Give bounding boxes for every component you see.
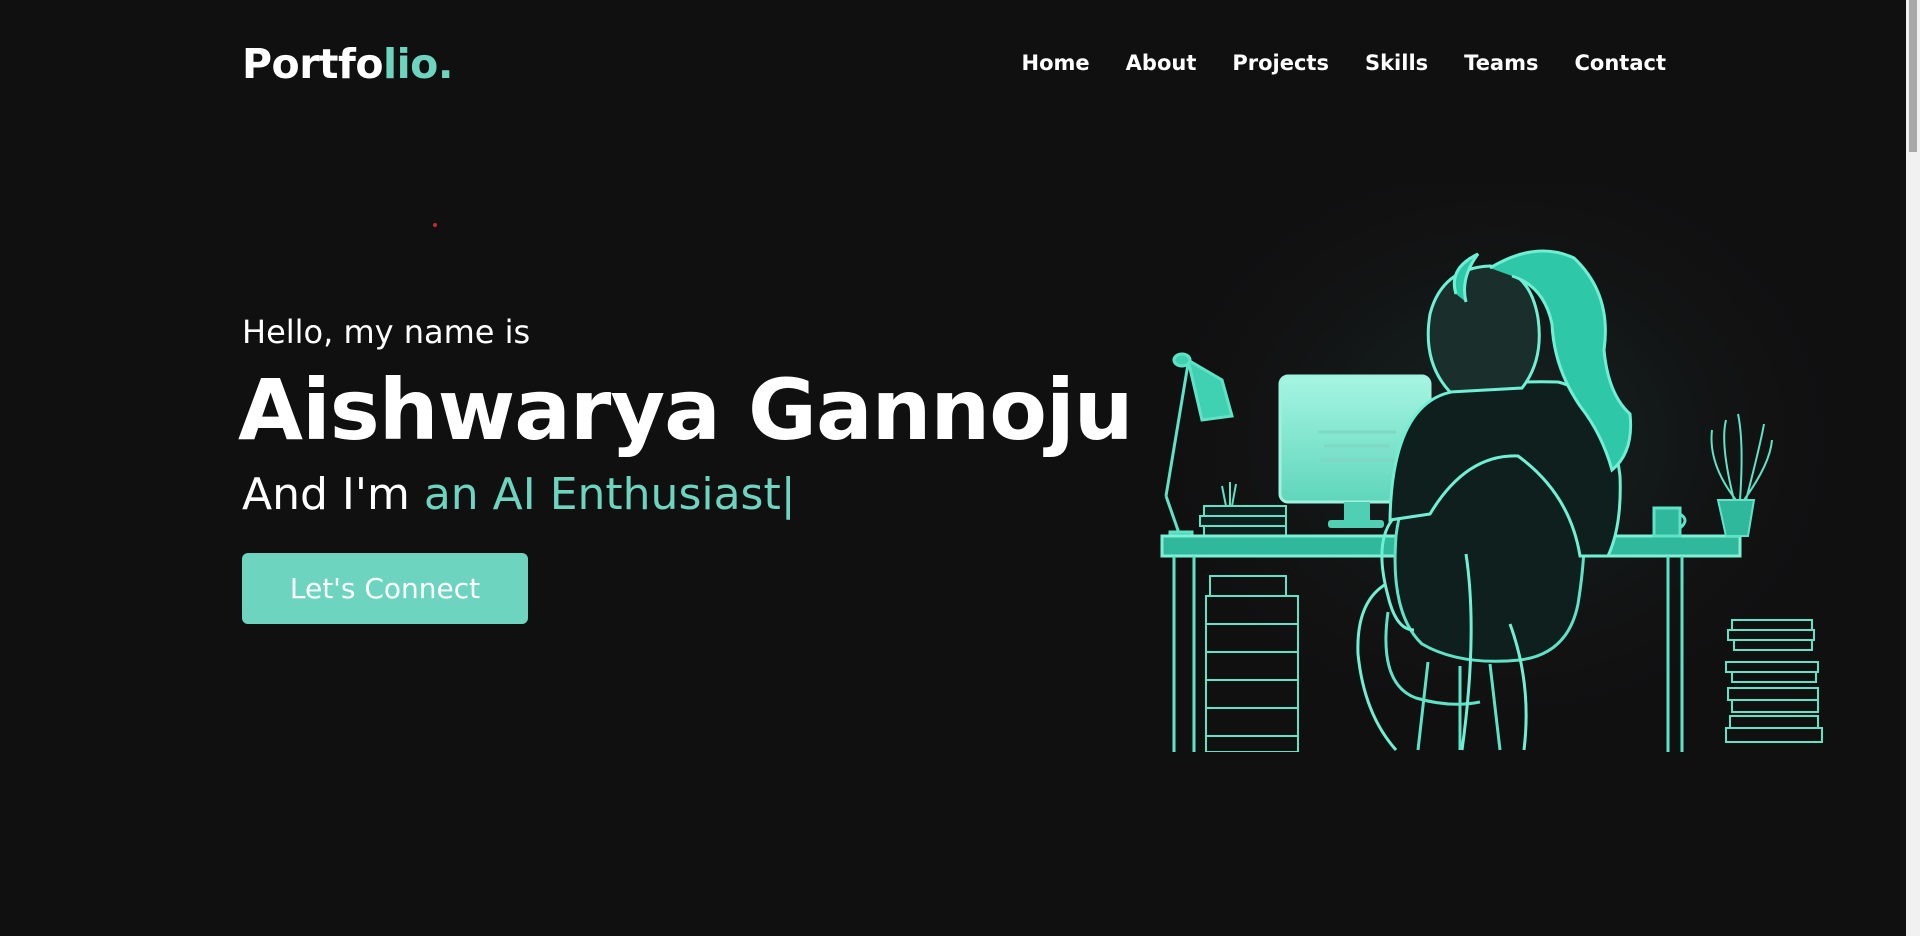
- hero-greeting: Hello, my name is: [242, 313, 531, 351]
- role-typed-text: an AI Enthusiast: [423, 469, 781, 520]
- typing-cursor: |: [780, 469, 796, 520]
- scrollbar-thumb[interactable]: [1909, 0, 1917, 152]
- decorative-dot: [433, 223, 437, 227]
- page-scrollbar[interactable]: [1906, 0, 1920, 936]
- navbar: Portfolio. Home About Projects Skills Te…: [0, 0, 1906, 126]
- nav-link-about[interactable]: About: [1126, 46, 1197, 80]
- hero-section: Hello, my name is Aishwarya Gannoju And …: [238, 306, 1134, 528]
- logo-text-main: Portfo: [242, 40, 384, 88]
- nav-link-home[interactable]: Home: [1022, 46, 1090, 80]
- hero-role-line: And I'm an AI Enthusiast|: [242, 462, 1133, 528]
- lets-connect-button[interactable]: Let's Connect: [242, 553, 528, 624]
- nav-link-skills[interactable]: Skills: [1365, 46, 1428, 80]
- portfolio-page: Portfolio. Home About Projects Skills Te…: [0, 0, 1920, 936]
- logo-text-accent: lio.: [383, 40, 453, 88]
- nav-link-teams[interactable]: Teams: [1464, 46, 1538, 80]
- site-logo[interactable]: Portfolio.: [242, 36, 453, 92]
- nav-link-projects[interactable]: Projects: [1232, 46, 1329, 80]
- nav-link-contact[interactable]: Contact: [1575, 46, 1667, 80]
- role-prefix: And I'm: [242, 469, 424, 520]
- hero-name: Aishwarya Gannoju: [238, 361, 1134, 459]
- nav-menu: Home About Projects Skills Teams Contact: [1022, 46, 1666, 80]
- hero-illustration: [1160, 184, 1840, 752]
- mug-icon: [1652, 506, 1687, 538]
